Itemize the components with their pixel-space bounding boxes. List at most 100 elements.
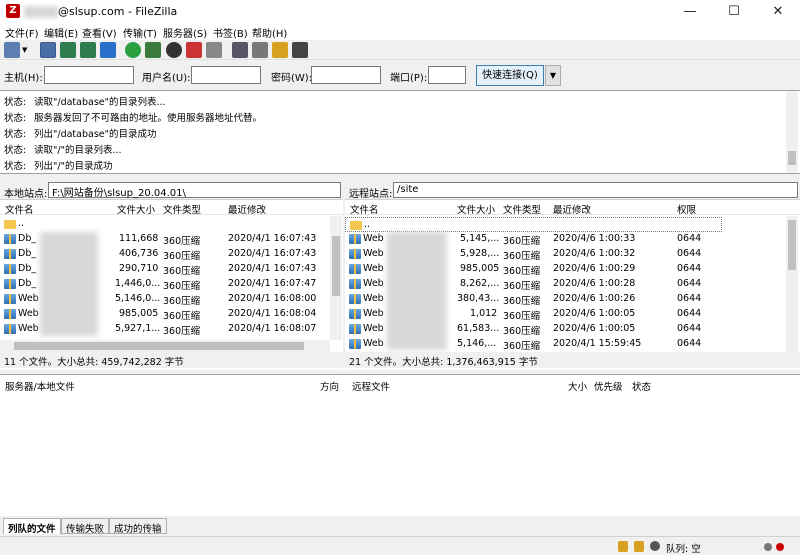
local-column-headers: 文件名 文件大小 文件类型 最近修改 — [0, 201, 343, 216]
menu-bar: 文件(F) 编辑(E) 查看(V) 传输(T) 服务器(S) 书签(B) 帮助(… — [0, 24, 800, 40]
tab-queued-files[interactable]: 列队的文件 — [3, 518, 61, 535]
menu-bookmarks[interactable]: 书签(B) — [213, 25, 248, 40]
log-line: 状态: 读取"/database"的目录列表... — [4, 97, 166, 108]
lock-icon — [618, 541, 628, 552]
message-log: 状态: 读取"/database"的目录列表... 状态: 服务器发回了不可路由的地… — [0, 90, 800, 174]
quickconnect-history-dropdown[interactable]: ▼ — [545, 65, 561, 86]
close-button[interactable]: ✕ — [756, 0, 800, 24]
log-line: 状态: 列出"/"的目录成功 — [4, 161, 113, 172]
local-row-parent[interactable]: .. — [0, 217, 343, 232]
remote-pane: 远程站点: /site 文件名 文件大小 文件类型 最近修改 权限 .. Web… — [345, 180, 800, 370]
tab-successful-transfers[interactable]: 成功的传输 — [109, 518, 167, 535]
filezilla-icon: Z — [6, 4, 20, 18]
refresh-icon[interactable] — [125, 42, 141, 58]
archive-icon — [4, 234, 16, 244]
menu-transfer[interactable]: 传输(T) — [123, 25, 157, 40]
archive-icon — [4, 324, 16, 334]
local-pane: 本地站点: F:\网站备份\slsup_20.04.01\ 文件名 文件大小 文… — [0, 180, 343, 370]
tab-failed-transfers[interactable]: 传输失败 — [61, 518, 110, 535]
password-label: 密码(W): — [271, 73, 313, 84]
archive-icon — [349, 294, 361, 304]
host-label: 主机(H): — [4, 73, 43, 84]
archive-icon — [349, 234, 361, 244]
col-direction[interactable]: 方向 — [320, 379, 339, 393]
minimize-button[interactable]: — — [668, 0, 712, 24]
toggle-remote-tree-icon[interactable] — [80, 42, 96, 58]
col-modified[interactable]: 最近修改 — [553, 202, 591, 216]
reconnect-icon[interactable] — [206, 42, 222, 58]
archive-icon — [4, 279, 16, 289]
menu-view[interactable]: 查看(V) — [82, 25, 117, 40]
toolbar: ▼ — [0, 40, 800, 60]
local-vscrollbar[interactable] — [330, 216, 342, 340]
archive-icon — [349, 324, 361, 334]
host-input[interactable] — [44, 66, 134, 84]
remote-site-label: 远程站点: — [349, 189, 393, 200]
disconnect-icon[interactable] — [186, 42, 202, 58]
port-input[interactable] — [428, 66, 466, 84]
menu-server[interactable]: 服务器(S) — [163, 25, 207, 40]
transfer-queue: 服务器/本地文件 方向 远程文件 大小 优先级 状态 — [0, 374, 800, 516]
remote-status: 21 个文件。大小总共: 1,376,463,915 字节 — [345, 352, 800, 368]
title-bar: Z @slsup.com - FileZilla — ☐ ✕ — [0, 0, 800, 24]
log-line: 状态: 列出"/database"的目录成功 — [4, 129, 157, 140]
local-site-bar: 本地站点: F:\网站备份\slsup_20.04.01\ — [0, 180, 343, 200]
menu-file[interactable]: 文件(F) — [5, 25, 39, 40]
col-filename[interactable]: 文件名 — [350, 202, 379, 216]
remote-path-input[interactable]: /site — [393, 182, 798, 198]
remote-site-bar: 远程站点: /site — [345, 180, 800, 200]
local-path-input[interactable]: F:\网站备份\slsup_20.04.01\ — [48, 182, 341, 199]
queue-status: 队列: 空 — [666, 544, 701, 555]
col-filesize[interactable]: 文件大小 — [457, 202, 495, 216]
search-icon[interactable] — [252, 42, 268, 58]
compare-icon[interactable] — [272, 42, 288, 58]
site-manager-dropdown-icon[interactable]: ▼ — [22, 42, 30, 58]
find-files-icon[interactable] — [292, 42, 308, 58]
remote-vscrollbar[interactable] — [786, 216, 798, 352]
archive-icon — [349, 279, 361, 289]
remote-row-parent[interactable]: .. — [345, 217, 722, 232]
local-hscrollbar[interactable] — [0, 340, 330, 352]
queue-tabs: 列队的文件 传输失败 成功的传输 — [0, 517, 800, 535]
directory-filter-icon[interactable] — [232, 42, 248, 58]
archive-icon — [4, 264, 16, 274]
folder-icon — [4, 220, 16, 229]
col-filetype[interactable]: 文件类型 — [163, 202, 201, 216]
log-line: 状态: 读取"/"的目录列表... — [4, 145, 122, 156]
log-scrollbar[interactable] — [786, 91, 798, 173]
password-input[interactable] — [311, 66, 381, 84]
lock-icon-2 — [634, 541, 644, 552]
menu-help[interactable]: 帮助(H) — [252, 25, 287, 40]
col-filetype[interactable]: 文件类型 — [503, 202, 541, 216]
port-label: 端口(P): — [390, 73, 428, 84]
quickconnect-button[interactable]: 快速连接(Q) — [476, 65, 544, 86]
local-site-label: 本地站点: — [4, 189, 48, 200]
site-manager-icon[interactable] — [4, 42, 20, 58]
archive-icon — [349, 309, 361, 319]
archive-icon — [4, 309, 16, 319]
col-permissions[interactable]: 权限 — [677, 202, 696, 216]
speed-limit-icon[interactable] — [650, 541, 660, 551]
col-modified[interactable]: 最近修改 — [228, 202, 266, 216]
window-title: @slsup.com - FileZilla — [58, 5, 178, 18]
cancel-icon[interactable] — [166, 42, 182, 58]
toggle-log-icon[interactable] — [40, 42, 56, 58]
username-input[interactable] — [191, 66, 261, 84]
toggle-local-tree-icon[interactable] — [60, 42, 76, 58]
col-filename[interactable]: 文件名 — [5, 202, 34, 216]
col-priority[interactable]: 优先级 — [594, 379, 623, 393]
archive-icon — [349, 339, 361, 349]
menu-edit[interactable]: 编辑(E) — [44, 25, 78, 40]
send-indicator-icon — [776, 543, 784, 551]
col-remote-file[interactable]: 远程文件 — [352, 379, 390, 393]
col-size[interactable]: 大小 — [568, 379, 587, 393]
process-queue-icon[interactable] — [145, 42, 161, 58]
col-status[interactable]: 状态 — [632, 379, 651, 393]
redacted-username — [24, 6, 58, 18]
username-label: 用户名(U): — [142, 73, 191, 84]
toggle-queue-icon[interactable] — [100, 42, 116, 58]
col-filesize[interactable]: 文件大小 — [117, 202, 155, 216]
maximize-button[interactable]: ☐ — [712, 0, 756, 24]
col-server-local-file[interactable]: 服务器/本地文件 — [5, 379, 75, 393]
status-bar: 队列: 空 — [0, 536, 800, 555]
